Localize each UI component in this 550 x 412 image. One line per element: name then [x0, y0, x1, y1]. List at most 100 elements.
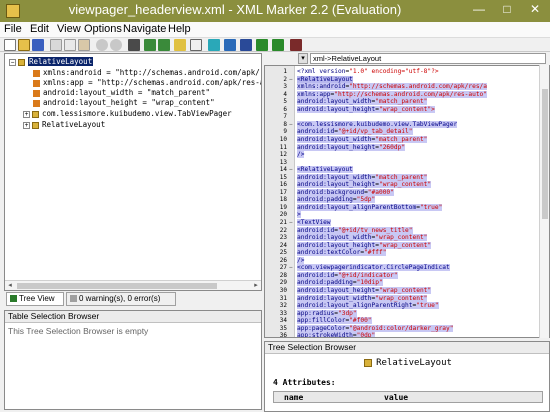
tree-attribute[interactable]: xmlns:app = "http://schemas.android.com/… [33, 78, 261, 87]
code-line[interactable]: 32 android:layout_alignParentRight="true… [265, 302, 549, 310]
line-number: 30 [279, 286, 287, 294]
code-line[interactable]: 1 <?xml version="1.0" encoding="utf-8"?> [265, 68, 549, 75]
element-icon [364, 358, 373, 367]
tree-attribute[interactable]: android:layout_height = "wrap_content" [33, 98, 215, 107]
code-text: xmlns:android="http://schemas.android.co… [297, 83, 488, 91]
line-number: 14 [279, 166, 287, 174]
copy-icon[interactable] [64, 39, 76, 51]
cut-icon[interactable] [50, 39, 62, 51]
collapse-icon[interactable]: − [9, 58, 16, 66]
code-line[interactable]: 23 android:layout_width="wrap_content" [265, 234, 549, 242]
save-icon[interactable] [32, 39, 44, 51]
code-line[interactable]: 31 android:layout_width="wrap_content" [265, 294, 549, 302]
code-line[interactable]: 5 android:layout_width="match_parent" [265, 98, 549, 106]
code-line[interactable]: 18 android:padding="5dp" [265, 196, 549, 204]
code-line[interactable]: 16 android:layout_height="wrap_content" [265, 181, 549, 189]
menu-view[interactable]: View [57, 23, 81, 35]
menu-options[interactable]: Options [84, 23, 122, 35]
code-line[interactable]: 22 android:id="@+id/tv_news_title" [265, 226, 549, 234]
code-line[interactable]: 7 [265, 113, 549, 120]
code-line[interactable]: 27− <com.viewpagerindicator.CirclePageIn… [265, 264, 549, 272]
paste-icon[interactable] [78, 39, 90, 51]
code-line[interactable]: 28 android:id="@+id/indicator" [265, 271, 549, 279]
code-line[interactable]: 33 app:radius="3dp" [265, 309, 549, 317]
fold-icon[interactable]: − [289, 264, 294, 271]
binoculars-icon[interactable] [128, 39, 140, 51]
code-line[interactable]: 29 android:padding="10dip" [265, 279, 549, 287]
code-line[interactable]: 8− <com.lessismore.kuibudemo.view.TabVie… [265, 120, 549, 128]
breadcrumb-path[interactable]: xml->RelativeLayout [310, 53, 546, 64]
scroll-thumb[interactable] [17, 283, 217, 289]
scroll-right-icon[interactable]: ▸ [251, 281, 261, 290]
fold-icon[interactable]: − [289, 121, 294, 128]
cyan-view-icon[interactable] [208, 39, 220, 51]
code-line[interactable]: 13 [265, 159, 549, 166]
forward-icon[interactable] [272, 39, 284, 51]
tree-horizontal-scrollbar[interactable]: ◂ ▸ [5, 280, 261, 290]
expand-icon[interactable]: + [23, 110, 30, 118]
grid-icon[interactable] [190, 39, 202, 51]
expand-icon[interactable]: + [23, 121, 30, 129]
maximize-button[interactable]: □ [494, 0, 520, 20]
fold-icon[interactable]: − [289, 76, 294, 83]
undo-icon[interactable] [96, 39, 108, 51]
menu-file[interactable]: File [4, 23, 22, 35]
table-selection-browser: Table Selection Browser This Tree Select… [4, 310, 262, 410]
indent-icon[interactable] [144, 39, 156, 51]
code-line[interactable]: 4 xmlns:app="http://schemas.android.com/… [265, 90, 549, 98]
outdent-icon[interactable] [158, 39, 170, 51]
tab-tree-view[interactable]: Tree View [6, 292, 64, 306]
scroll-thumb[interactable] [542, 89, 548, 219]
tab-warnings[interactable]: 0 warning(s), 0 error(s) [66, 292, 176, 306]
menu-help[interactable]: Help [168, 23, 191, 35]
blue-view-icon[interactable] [224, 39, 236, 51]
code-line[interactable]: 21− <TextView [265, 219, 549, 226]
code-line[interactable]: 35 app:pageColor="@android:color/darker_… [265, 324, 549, 332]
bookmark-icon[interactable] [174, 39, 186, 51]
column-name[interactable]: name [284, 393, 303, 402]
menu-navigate[interactable]: Navigate [123, 23, 166, 35]
fold-icon[interactable]: − [289, 166, 294, 173]
code-line[interactable]: 17 android:background="#a000" [265, 188, 549, 196]
code-line[interactable]: 10 android:layout_width="match_parent" [265, 135, 549, 143]
code-text: android:padding="10dip" [297, 279, 383, 287]
close-button[interactable]: ✕ [520, 0, 550, 20]
new-icon[interactable] [4, 39, 16, 51]
code-line[interactable]: 14− <RelativeLayout [265, 166, 549, 174]
redo-icon[interactable] [110, 39, 122, 51]
code-line[interactable]: 24 android:layout_height="wrap_content" [265, 241, 549, 249]
scroll-left-icon[interactable]: ◂ [5, 281, 15, 290]
code-line[interactable]: 25 android:textColor="#fff" [265, 249, 549, 257]
tree-child-node[interactable]: + RelativeLayout [23, 120, 105, 129]
code-text: android:layout_height="260dp" [297, 143, 406, 151]
code-line[interactable]: 30 android:layout_height="wrap_content" [265, 286, 549, 294]
editor-vertical-scrollbar[interactable] [539, 65, 549, 338]
code-line[interactable]: 12 /> [265, 151, 549, 159]
code-line[interactable]: 11 android:layout_height="260dp" [265, 143, 549, 151]
nav-icon[interactable] [290, 39, 302, 51]
minimize-button[interactable]: — [466, 0, 492, 20]
code-line[interactable]: 34 app:fillColor="#f00" [265, 317, 549, 325]
code-line[interactable]: 20 > [265, 211, 549, 219]
code-line[interactable]: 26 /> [265, 256, 549, 264]
tree-attribute[interactable]: android:layout_width = "match_parent" [33, 88, 210, 97]
code-line[interactable]: 19 android:layout_alignParentBottom="tru… [265, 203, 549, 211]
tree-view-pane[interactable]: − RelativeLayout xmlns:android = "http://… [4, 53, 262, 291]
tree-attribute[interactable]: xmlns:android = "http://schemas.android.… [33, 68, 261, 77]
breadcrumb-nav-button[interactable]: ▾ [298, 53, 308, 64]
xml-editor[interactable]: 1 <?xml version="1.0" encoding="utf-8"?> 2… [264, 65, 550, 338]
tree-child-node[interactable]: + com.lessismore.kuibudemo.view.TabViewPa… [23, 109, 232, 118]
code-line[interactable]: 36 app:strokeWidth="0dp" [265, 332, 549, 337]
code-line[interactable]: 9 android:id="@+id/vp_tab_detail" [265, 128, 549, 136]
code-line[interactable]: 15 android:layout_width="match_parent" [265, 173, 549, 181]
select-icon[interactable] [240, 39, 252, 51]
column-value[interactable]: value [384, 393, 408, 402]
code-line[interactable]: 6 android:layout_height="wrap_content"> [265, 105, 549, 113]
fold-icon[interactable]: − [289, 219, 294, 226]
code-line[interactable]: 3 xmlns:android="http://schemas.android.… [265, 83, 549, 91]
tree-root-node[interactable]: − RelativeLayout [9, 57, 94, 66]
code-line[interactable]: 2− <RelativeLayout [265, 75, 549, 83]
menu-edit[interactable]: Edit [30, 23, 49, 35]
back-icon[interactable] [256, 39, 268, 51]
open-icon[interactable] [18, 39, 30, 51]
